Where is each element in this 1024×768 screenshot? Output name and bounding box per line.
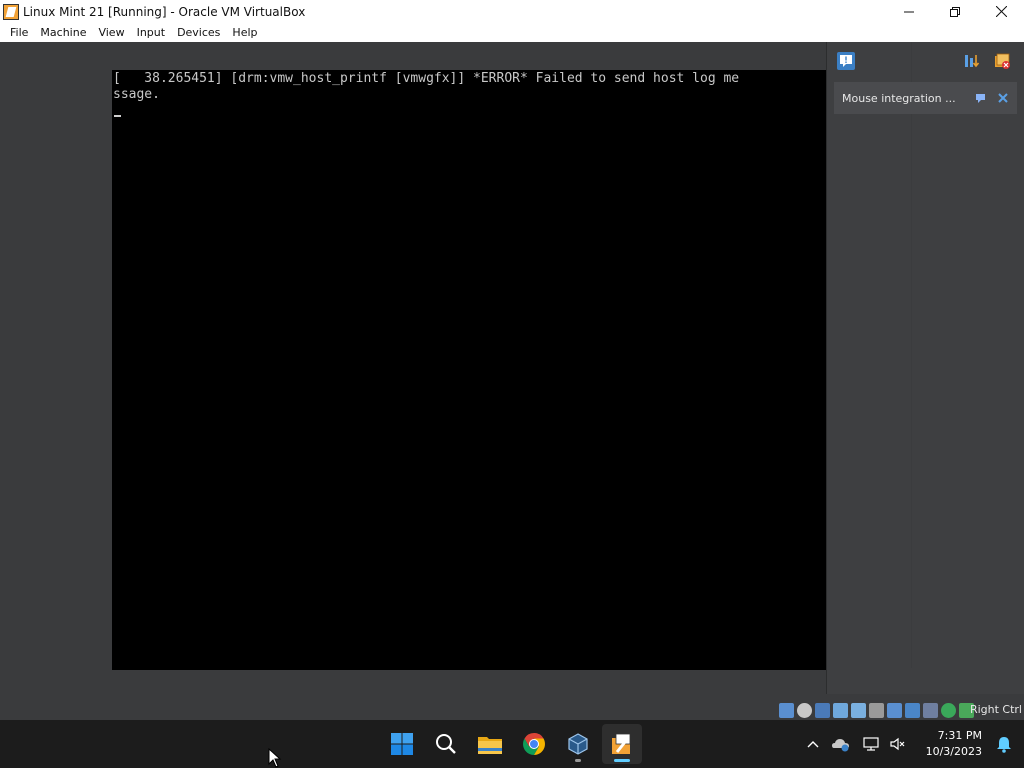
- menu-bar: File Machine View Input Devices Help: [0, 23, 1024, 42]
- notification-center-panel: Mouse integration ...: [826, 42, 1024, 694]
- notifications-button[interactable]: [994, 734, 1014, 754]
- recording-icon[interactable]: [905, 702, 920, 718]
- virtualbox-vm-icon: [612, 733, 631, 754]
- volume-muted-icon: [890, 737, 905, 751]
- running-indicator: [575, 759, 581, 762]
- taskbar: 7:31 PM 10/3/2023: [0, 720, 1024, 768]
- text-cursor: [114, 115, 121, 117]
- search-icon: [436, 734, 456, 754]
- clock[interactable]: 7:31 PM 10/3/2023: [918, 728, 982, 760]
- notification-card-text: Mouse integration ...: [842, 91, 956, 105]
- window-titlebar[interactable]: Linux Mint 21 [Running] - Oracle VM Virt…: [0, 0, 1024, 23]
- guest-additions-icon[interactable]: [941, 702, 956, 718]
- onedrive-icon: [832, 739, 849, 752]
- sort-icon[interactable]: [963, 52, 981, 70]
- console-line: [ 38.265451] [drm:vmw_host_printf [vmwgf…: [113, 71, 740, 86]
- clock-time: 7:31 PM: [937, 729, 982, 742]
- display-icon[interactable]: [887, 702, 902, 718]
- window-title: Linux Mint 21 [Running] - Oracle VM Virt…: [23, 4, 306, 19]
- close-icon: [998, 93, 1008, 103]
- chrome-icon: [523, 733, 545, 755]
- menu-input[interactable]: Input: [131, 23, 171, 42]
- audio-icon[interactable]: [815, 702, 830, 718]
- menu-view[interactable]: View: [92, 23, 130, 42]
- minimize-icon: [904, 11, 914, 12]
- console-line: ssage.: [113, 87, 160, 102]
- menu-file[interactable]: File: [4, 23, 34, 42]
- dismiss-all-icon[interactable]: [993, 52, 1011, 70]
- virtualbox-manager-button[interactable]: [558, 724, 598, 764]
- onedrive-button[interactable]: [826, 724, 856, 764]
- close-icon: [995, 6, 1007, 17]
- status-icons: [779, 701, 974, 719]
- notification-center-header: [827, 42, 1024, 78]
- system-tray: [800, 720, 910, 768]
- virtualbox-icon: [568, 733, 588, 755]
- menu-machine[interactable]: Machine: [34, 23, 92, 42]
- mouse-pointer-icon: [268, 748, 282, 768]
- network-status-button[interactable]: [856, 724, 886, 764]
- close-button[interactable]: [978, 0, 1024, 23]
- vm-console-screen[interactable]: [ 38.265451] [drm:vmw_host_printf [vmwgf…: [112, 70, 826, 670]
- show-hidden-icons-button[interactable]: [800, 724, 826, 764]
- notification-card[interactable]: Mouse integration ...: [834, 82, 1017, 114]
- active-indicator: [614, 759, 630, 762]
- notification-help-button[interactable]: [973, 90, 989, 106]
- clock-date: 10/3/2023: [925, 745, 982, 758]
- optical-drive-icon[interactable]: [797, 702, 812, 718]
- file-explorer-button[interactable]: [470, 724, 510, 764]
- window-controls: [886, 0, 1024, 23]
- cpu-icon[interactable]: [923, 702, 938, 718]
- menu-help[interactable]: Help: [226, 23, 263, 42]
- chrome-button[interactable]: [514, 724, 554, 764]
- menu-devices[interactable]: Devices: [171, 23, 226, 42]
- restore-button[interactable]: [932, 0, 978, 23]
- hard-disk-icon[interactable]: [779, 702, 794, 718]
- host-key-label[interactable]: Right Ctrl: [970, 703, 1022, 716]
- volume-button[interactable]: [886, 724, 910, 764]
- start-button[interactable]: [382, 724, 422, 764]
- windows-start-icon: [391, 733, 413, 755]
- help-bubble-icon: [976, 94, 985, 103]
- network-icon: [863, 737, 879, 751]
- search-button[interactable]: [426, 724, 466, 764]
- network-icon[interactable]: [833, 702, 848, 718]
- notification-close-button[interactable]: [995, 90, 1011, 106]
- bell-icon: [997, 737, 1011, 753]
- chevron-up-icon: [807, 741, 819, 748]
- notification-message-icon[interactable]: [837, 52, 855, 70]
- usb-icon[interactable]: [851, 702, 866, 718]
- shared-folders-icon[interactable]: [869, 702, 884, 718]
- vm-status-bar: Right Ctrl: [0, 700, 1024, 720]
- virtualbox-vm-button[interactable]: [602, 724, 642, 764]
- virtualbox-app-icon: [3, 3, 19, 20]
- restore-icon: [950, 6, 960, 17]
- file-explorer-icon: [478, 737, 502, 754]
- minimize-button[interactable]: [886, 0, 932, 23]
